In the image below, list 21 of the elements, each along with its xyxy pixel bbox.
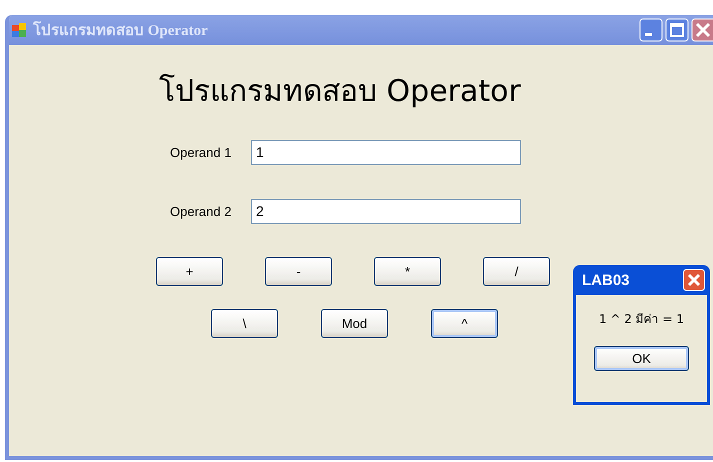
close-icon[interactable] — [691, 18, 713, 42]
field-label: Operand 1 — [170, 144, 232, 160]
operator-button[interactable]: + — [156, 257, 223, 286]
field-label: Operand 2 — [170, 204, 232, 218]
dialog-message: 1 ^ 2 มีค่า = 1 — [598, 311, 684, 328]
app-icon — [11, 22, 27, 38]
minimize-icon[interactable] — [639, 18, 663, 42]
operator-button[interactable]: \ — [211, 309, 278, 338]
maximize-icon[interactable] — [665, 18, 689, 42]
form-heading: โปรแกรมทดสอบ Operator — [159, 73, 522, 111]
operator-button[interactable]: Mod — [321, 309, 388, 338]
window-title: โปรแกรมทดสอบ Operator — [33, 20, 208, 41]
ok-button[interactable]: OK — [594, 346, 689, 371]
operator-button[interactable]: / — [483, 257, 550, 286]
input-field[interactable]: 2 — [251, 198, 521, 224]
input-field[interactable]: 1 — [251, 140, 521, 164]
operator-button[interactable]: ^ — [431, 309, 498, 338]
operator-button[interactable]: * — [374, 257, 441, 286]
close-icon[interactable] — [683, 269, 705, 291]
dialog-title: LAB03 — [582, 272, 630, 288]
operator-button[interactable]: - — [265, 257, 332, 286]
